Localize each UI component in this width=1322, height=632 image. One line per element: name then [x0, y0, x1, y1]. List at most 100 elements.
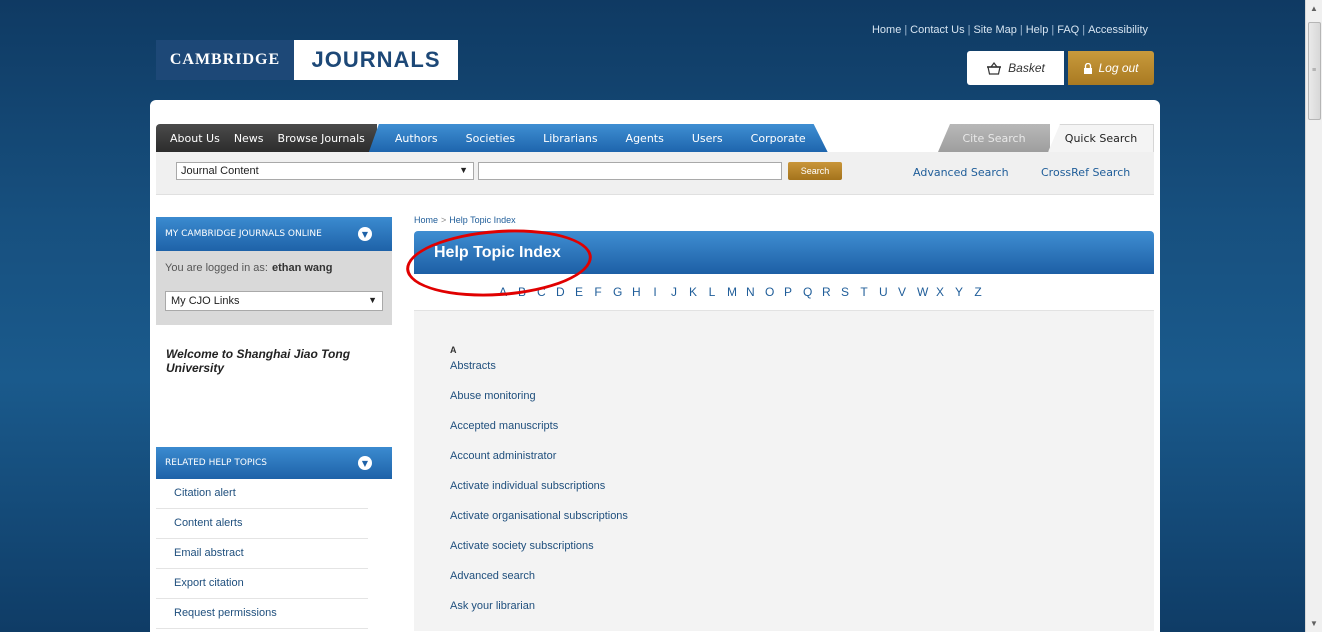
related-item-export-citation[interactable]: Export citation: [156, 569, 368, 599]
my-cjo-title: MY CAMBRIDGE JOURNALS ONLINE: [165, 229, 322, 239]
letter-link[interactable]: A: [499, 285, 507, 299]
letter-link[interactable]: Z: [974, 285, 982, 299]
my-cjo-header[interactable]: MY CAMBRIDGE JOURNALS ONLINE ▼: [156, 217, 392, 251]
letter-link[interactable]: K: [689, 285, 697, 299]
letter-link[interactable]: T: [860, 285, 868, 299]
letter-link[interactable]: L: [708, 285, 716, 299]
nav-societies[interactable]: Societies: [466, 132, 515, 145]
scroll-up-arrow-icon[interactable]: ▲: [1306, 0, 1322, 17]
letter-link[interactable]: B: [518, 285, 526, 299]
letter-link[interactable]: Q: [803, 285, 812, 299]
topic-link[interactable]: Activate organisational subscriptions: [450, 505, 1154, 535]
topic-link[interactable]: Activate individual subscriptions: [450, 475, 1154, 505]
letter-link[interactable]: R: [822, 285, 831, 299]
nav-users[interactable]: Users: [692, 132, 723, 145]
alphabet-nav: A B C D E F G H I J K L M N O P Q R S T …: [414, 274, 1154, 310]
basket-button[interactable]: Basket: [967, 51, 1064, 85]
breadcrumb-home[interactable]: Home: [414, 215, 438, 225]
chevron-down-icon: ▼: [368, 295, 377, 305]
search-scope-select[interactable]: Journal Content ▼: [176, 162, 474, 180]
toplink-accessibility[interactable]: Accessibility: [1088, 24, 1148, 36]
nav-group-audience: Authors Societies Librarians Agents User…: [369, 124, 828, 152]
logo-journals: JOURNALS: [294, 40, 458, 80]
nav-authors[interactable]: Authors: [395, 132, 438, 145]
nav-corporate[interactable]: Corporate: [751, 132, 806, 145]
topic-link[interactable]: Ask your librarian: [450, 595, 1154, 625]
letter-link[interactable]: G: [613, 285, 622, 299]
breadcrumb-separator: >: [441, 215, 447, 225]
sidebar: MY CAMBRIDGE JOURNALS ONLINE ▼ You are l…: [156, 217, 392, 629]
toplink-home[interactable]: Home: [872, 24, 901, 36]
related-help-topics: RELATED HELP TOPICS ▼ Citation alert Con…: [156, 447, 392, 629]
letter-link[interactable]: Y: [955, 285, 963, 299]
toplink-help[interactable]: Help: [1026, 24, 1049, 36]
letter-link[interactable]: C: [537, 285, 546, 299]
letter-link[interactable]: W: [917, 285, 928, 299]
utility-links: Home | Contact Us | Site Map | Help | FAQ | Access…: [871, 24, 1148, 36]
username: ethan wang: [271, 262, 333, 274]
breadcrumb: Home > Help Topic Index: [414, 215, 1154, 231]
toplink-contact[interactable]: Contact Us: [910, 24, 964, 36]
nav-browse-journals[interactable]: Browse Journals: [278, 132, 365, 145]
vertical-scrollbar[interactable]: ▲ ≡ ▼: [1305, 0, 1322, 632]
scrollbar-thumb[interactable]: ≡: [1308, 22, 1321, 120]
nav-agents[interactable]: Agents: [626, 132, 664, 145]
advanced-search-link[interactable]: Advanced Search: [913, 166, 1009, 179]
letter-link[interactable]: I: [651, 285, 659, 299]
login-prefix: You are logged in as:: [165, 262, 268, 274]
nav-group-primary: About Us News Browse Journals: [156, 124, 377, 152]
letter-link[interactable]: O: [765, 285, 774, 299]
collapse-chevron-icon[interactable]: ▼: [358, 227, 372, 241]
nav-librarians[interactable]: Librarians: [543, 132, 597, 145]
logout-button[interactable]: Log out: [1068, 51, 1154, 85]
letter-link[interactable]: D: [556, 285, 565, 299]
letter-link[interactable]: S: [841, 285, 849, 299]
search-scope-value: Journal Content: [181, 165, 259, 177]
chevron-down-icon: ▼: [459, 165, 468, 175]
basket-icon: [987, 61, 1002, 75]
nav-news[interactable]: News: [234, 132, 264, 145]
logo-cambridge: CAMBRIDGE: [156, 40, 294, 80]
collapse-chevron-icon[interactable]: ▼: [358, 456, 372, 470]
toplink-sitemap[interactable]: Site Map: [973, 24, 1016, 36]
topic-link[interactable]: Activate society subscriptions: [450, 535, 1154, 565]
related-item-request-permissions[interactable]: Request permissions: [156, 599, 368, 629]
tab-quick-search[interactable]: Quick Search: [1048, 124, 1154, 152]
my-links-value: My CJO Links: [171, 295, 240, 307]
cambridge-journals-logo[interactable]: CAMBRIDGE JOURNALS: [156, 40, 458, 80]
letter-link[interactable]: P: [784, 285, 792, 299]
scroll-down-arrow-icon[interactable]: ▼: [1306, 615, 1322, 632]
topic-link[interactable]: Account administrator: [450, 445, 1154, 475]
related-item-content-alerts[interactable]: Content alerts: [156, 509, 368, 539]
help-content: Home > Help Topic Index Help Topic Index A…: [414, 215, 1154, 631]
letter-link[interactable]: M: [727, 285, 737, 299]
topic-link[interactable]: Abuse monitoring: [450, 385, 1154, 415]
topic-link[interactable]: Advanced search: [450, 565, 1154, 595]
letter-link[interactable]: F: [594, 285, 602, 299]
letter-link[interactable]: X: [936, 285, 944, 299]
letter-link[interactable]: U: [879, 285, 888, 299]
topic-link[interactable]: Accepted manuscripts: [450, 415, 1154, 445]
grip-icon: ≡: [1312, 67, 1317, 74]
my-cjo-links-select[interactable]: My CJO Links ▼: [165, 291, 383, 311]
topic-index: A Abstracts Abuse monitoring Accepted ma…: [414, 310, 1154, 631]
search-input[interactable]: [478, 162, 782, 180]
letter-link[interactable]: E: [575, 285, 583, 299]
related-title: RELATED HELP TOPICS: [165, 458, 268, 468]
tab-cite-search[interactable]: Cite Search: [938, 124, 1050, 152]
crossref-search-link[interactable]: CrossRef Search: [1041, 166, 1130, 179]
letter-link[interactable]: H: [632, 285, 641, 299]
letter-link[interactable]: J: [670, 285, 678, 299]
related-item-citation-alert[interactable]: Citation alert: [156, 479, 368, 509]
related-item-email-abstract[interactable]: Email abstract: [156, 539, 368, 569]
breadcrumb-current: Help Topic Index: [449, 215, 516, 225]
nav-about-us[interactable]: About Us: [170, 132, 220, 145]
letter-link[interactable]: N: [746, 285, 755, 299]
related-header[interactable]: RELATED HELP TOPICS ▼: [156, 447, 392, 479]
my-links-wrap: My CJO Links ▼: [156, 285, 392, 325]
main-nav: About Us News Browse Journals Authors So…: [156, 124, 828, 152]
letter-link[interactable]: V: [898, 285, 906, 299]
search-button[interactable]: Search: [788, 162, 842, 180]
topic-link[interactable]: Abstracts: [450, 355, 1154, 385]
toplink-faq[interactable]: FAQ: [1057, 24, 1079, 36]
